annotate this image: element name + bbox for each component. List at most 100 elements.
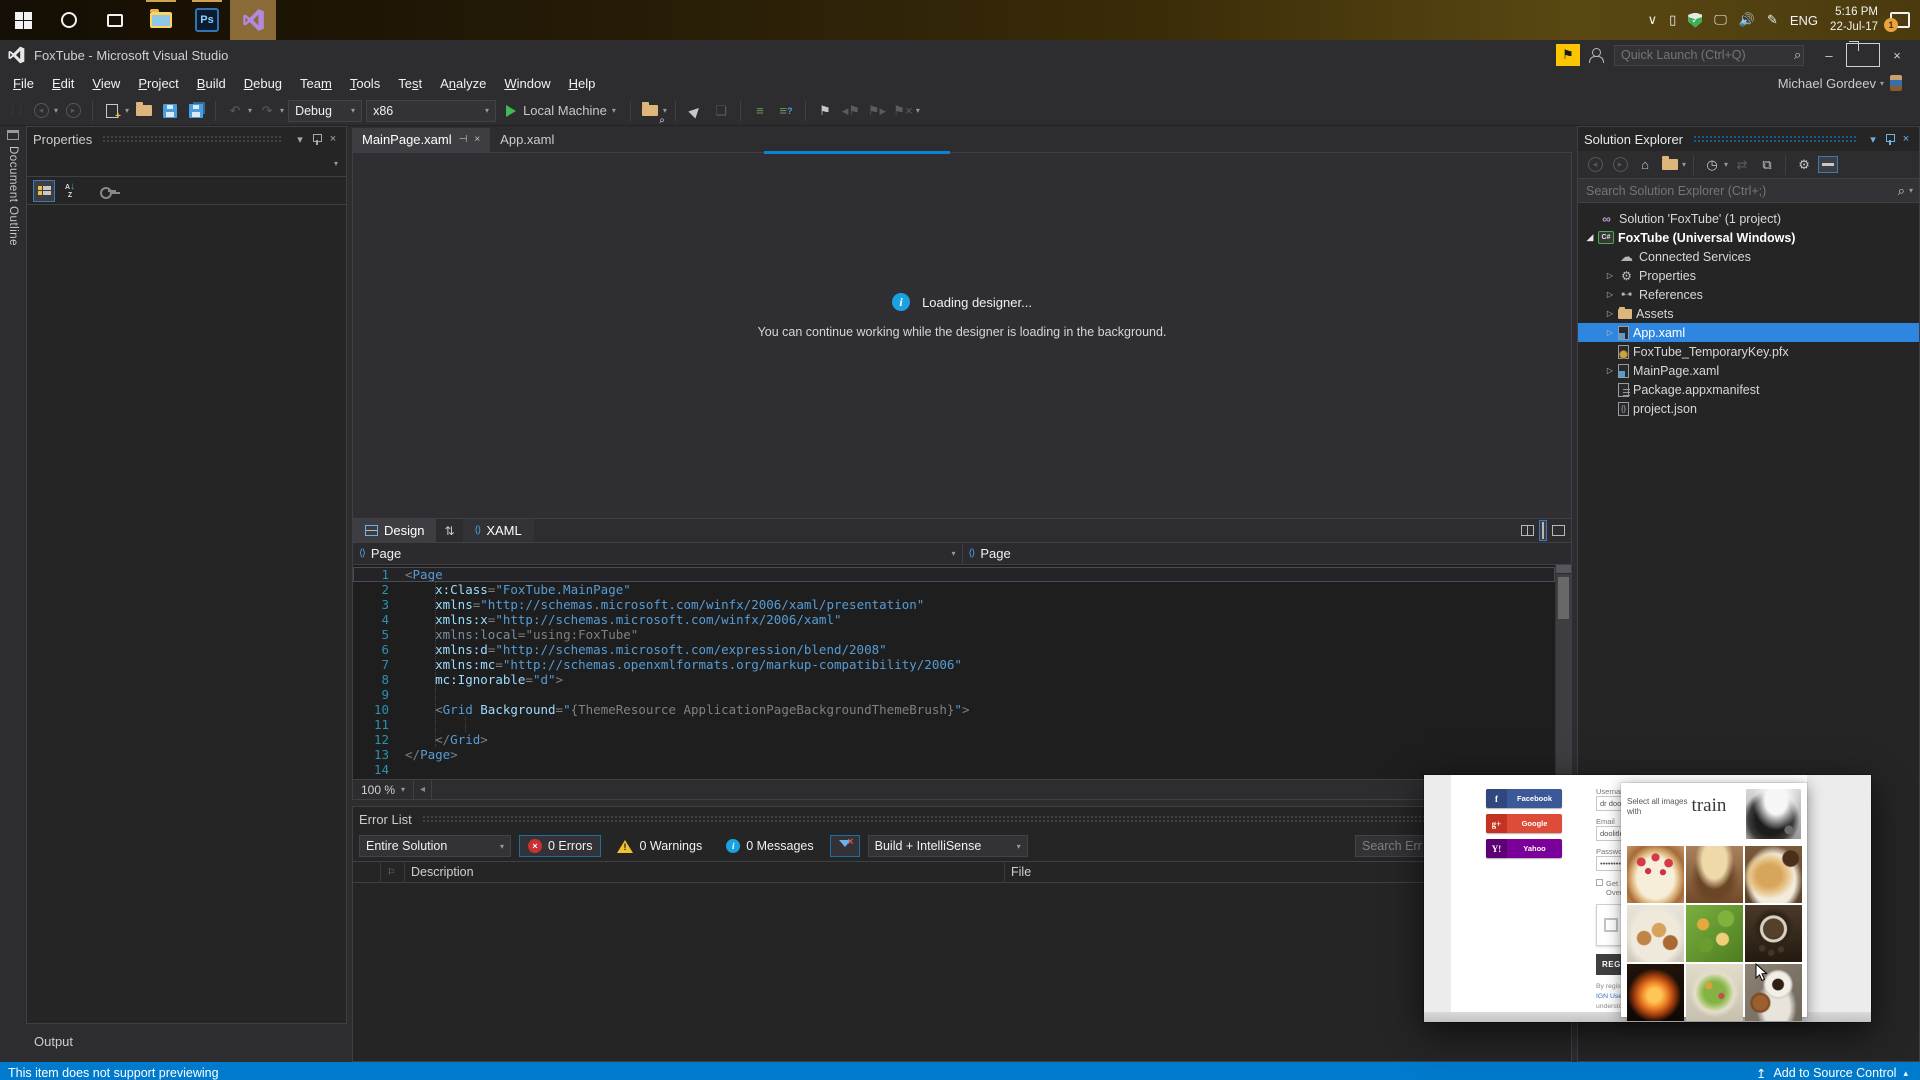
menu-edit[interactable]: Edit xyxy=(43,73,83,94)
quick-launch-input[interactable] xyxy=(1615,48,1788,62)
se-pending-dropdown-icon[interactable]: ▾ xyxy=(1724,160,1728,169)
open-file-button[interactable] xyxy=(133,100,155,122)
increase-indent-button[interactable]: ≡? xyxy=(775,100,797,122)
menu-team[interactable]: Team xyxy=(291,73,341,94)
captcha-tile-strawberry-cake[interactable] xyxy=(1627,846,1684,903)
usb-icon[interactable]: ▯ xyxy=(1669,12,1676,28)
selection-mode-button[interactable]: ▶ xyxy=(679,95,710,126)
code-line-6[interactable]: 6 xmlns:d="http://schemas.microsoft.com/… xyxy=(353,642,1555,657)
categorized-view-button[interactable] xyxy=(33,179,55,202)
tree-item-assets[interactable]: Assets xyxy=(1578,304,1919,323)
horizontal-split-button[interactable] xyxy=(1539,520,1547,541)
expand-arrow-icon[interactable] xyxy=(1602,366,1618,375)
tree-item-references[interactable]: References xyxy=(1578,285,1919,304)
menu-analyze[interactable]: Analyze xyxy=(431,73,495,94)
code-line-1[interactable]: 1 <Page xyxy=(353,567,1555,582)
expand-arrow-icon[interactable] xyxy=(1602,271,1618,280)
solution-explorer-title-bar[interactable]: Solution Explorer ▾ × xyxy=(1578,127,1919,151)
captcha-tile-salad[interactable] xyxy=(1686,905,1743,962)
se-back-button[interactable]: ◂ xyxy=(1584,154,1606,176)
se-preview-selected-button[interactable] xyxy=(1818,156,1839,173)
tree-item-properties[interactable]: Properties xyxy=(1578,266,1919,285)
tab-mainpage-xaml[interactable]: MainPage.xaml ⊣ × xyxy=(352,128,491,152)
scrollbar-thumb[interactable] xyxy=(1558,577,1569,619)
previous-bookmark-button[interactable]: ◂⚑ xyxy=(840,100,862,122)
expand-arrow-icon[interactable] xyxy=(1602,290,1618,299)
se-home-button[interactable]: ⌂ xyxy=(1634,154,1656,176)
menu-debug[interactable]: Debug xyxy=(235,73,291,94)
action-center-icon[interactable]: 1 xyxy=(1884,12,1910,32)
volume-icon[interactable]: 🔊 xyxy=(1739,12,1755,28)
error-list-body[interactable] xyxy=(353,883,1571,1061)
captcha-tile-coffee-cup[interactable] xyxy=(1745,964,1802,1021)
tree-item-connected-services[interactable]: Connected Services xyxy=(1578,247,1919,266)
collapse-pane-button[interactable] xyxy=(1552,525,1565,536)
alphabetical-sort-button[interactable]: A↓ Z xyxy=(59,180,81,202)
se-sync-button[interactable]: ⇄ xyxy=(1731,154,1753,176)
build-intellisense-combo[interactable]: Build + IntelliSense ▾ xyxy=(867,835,1028,857)
zoom-level-combo[interactable]: 100 % ▾ xyxy=(353,780,415,799)
close-button[interactable]: × xyxy=(1880,43,1914,67)
menu-tools[interactable]: Tools xyxy=(341,73,389,94)
solution-platform-combo[interactable]: x86 ▾ xyxy=(366,99,497,122)
captcha-tile-dessert-cup[interactable] xyxy=(1686,846,1743,903)
split-editor-handle[interactable] xyxy=(1556,565,1571,574)
error-scope-combo[interactable]: Entire Solution ▾ xyxy=(359,835,511,857)
tray-chevron-icon[interactable]: ∨ xyxy=(1648,12,1658,28)
next-bookmark-button[interactable]: ⚑▸ xyxy=(866,100,888,122)
menu-window[interactable]: Window xyxy=(495,73,559,94)
tab-xaml[interactable]: ⟨⟩ XAML xyxy=(462,519,534,542)
feedback-flag-button[interactable]: ⚑ xyxy=(1556,44,1580,66)
se-properties-button[interactable]: ⚙ xyxy=(1793,154,1815,176)
vertical-split-button[interactable] xyxy=(1521,525,1534,536)
code-line-13[interactable]: 13 </Page> xyxy=(353,747,1555,762)
undo-dropdown-icon[interactable]: ▾ xyxy=(248,106,252,115)
redo-button[interactable]: ↷ xyxy=(256,100,278,122)
code-line-12[interactable]: 12 </Grid> xyxy=(353,732,1555,747)
tree-item-foxtube-temporarykey-pfx[interactable]: FoxTube_TemporaryKey.pfx xyxy=(1578,342,1919,361)
toolbar-grip[interactable]: ⋮⋮ xyxy=(8,105,25,116)
close-panel-icon[interactable]: × xyxy=(1899,133,1913,145)
se-search-dropdown-icon[interactable]: ▾ xyxy=(1909,186,1919,195)
tree-item-package-appxmanifest[interactable]: Package.appxmanifest xyxy=(1578,380,1919,399)
tab-app-xaml[interactable]: App.xaml xyxy=(490,128,564,152)
swap-panes-button[interactable]: ⇅ xyxy=(436,519,462,542)
language-indicator[interactable]: ENG xyxy=(1790,13,1818,28)
code-line-7[interactable]: 7 xmlns:mc="http://schemas.openxmlformat… xyxy=(353,657,1555,672)
tree-item-foxtube-universal-windows-[interactable]: FoxTube (Universal Windows) xyxy=(1578,228,1919,247)
menu-build[interactable]: Build xyxy=(188,73,235,94)
hscroll-left-arrow[interactable]: ◂ xyxy=(414,780,433,799)
file-explorer-button[interactable] xyxy=(138,0,184,40)
expand-arrow-icon[interactable] xyxy=(1602,328,1618,337)
se-search-input[interactable] xyxy=(1578,183,1892,198)
navigate-back-button[interactable]: ◂ xyxy=(30,100,52,122)
security-shield-icon[interactable] xyxy=(1688,12,1703,28)
google-login-button[interactable]: g+ Google xyxy=(1486,814,1562,833)
output-panel-label[interactable]: Output xyxy=(26,1024,347,1049)
tree-item-app-xaml[interactable]: App.xaml xyxy=(1578,323,1919,342)
close-panel-icon[interactable]: × xyxy=(326,133,340,145)
code-line-5[interactable]: 5 xmlns:local="using:FoxTube" xyxy=(353,627,1555,642)
tree-item-mainpage-xaml[interactable]: MainPage.xaml xyxy=(1578,361,1919,380)
code-line-9[interactable]: 9 xyxy=(353,687,1555,702)
se-collapse-all-button[interactable]: ⧉ xyxy=(1756,154,1778,176)
captcha-tile-salad-bowl[interactable] xyxy=(1686,964,1743,1021)
promote-tab-icon[interactable]: ⊣ xyxy=(459,134,468,145)
task-view-button[interactable] xyxy=(92,0,138,40)
target-dropdown-icon[interactable]: ▾ xyxy=(612,106,616,115)
property-pages-button[interactable] xyxy=(97,180,119,202)
account-dropdown-icon[interactable]: ▾ xyxy=(1880,79,1884,88)
minimize-button[interactable]: – xyxy=(1812,43,1846,67)
yahoo-login-button[interactable]: Y! Yahoo xyxy=(1486,839,1562,858)
toggle-bookmark-button[interactable]: ⚑ xyxy=(814,100,836,122)
find-in-files-button[interactable]: ⌕ xyxy=(639,100,665,126)
photoshop-button[interactable]: Ps xyxy=(184,0,230,40)
error-col-description[interactable]: Description xyxy=(405,862,1005,882)
error-col-selector[interactable] xyxy=(353,862,381,882)
captcha-tile-glowing-bowl[interactable] xyxy=(1627,964,1684,1021)
nav-members-combo[interactable]: ⟨⟩ Page xyxy=(961,543,1572,564)
send-feedback-icon[interactable] xyxy=(1588,47,1606,63)
errors-filter-button[interactable]: × 0 Errors xyxy=(519,835,602,857)
window-position-icon[interactable]: ▾ xyxy=(1866,133,1880,146)
menu-file[interactable]: File xyxy=(4,73,43,94)
